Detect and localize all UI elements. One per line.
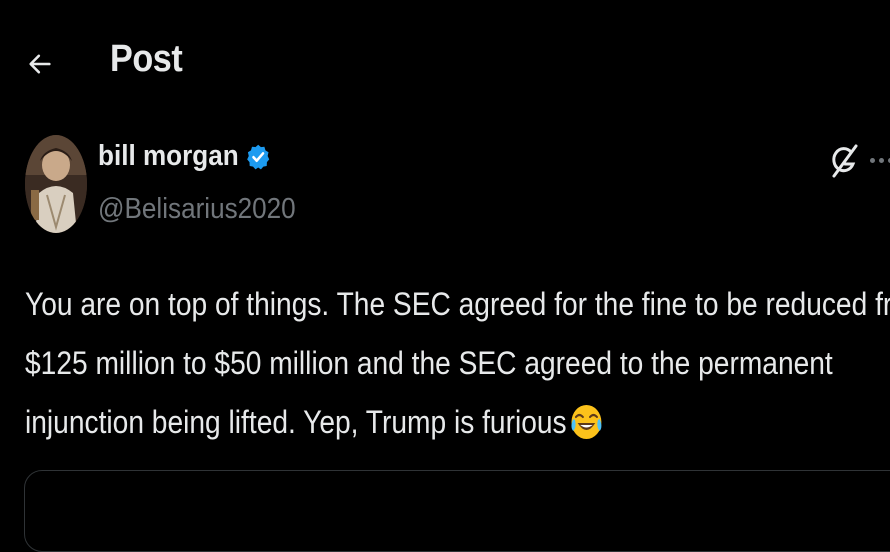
grok-icon (832, 144, 858, 178)
more-button[interactable] (868, 146, 890, 176)
quoted-post-card[interactable] (24, 470, 890, 552)
post-text-line: injunction being lifted. Yep, Trump is f… (25, 404, 567, 440)
author-name[interactable]: bill morgan (98, 140, 271, 173)
author-handle[interactable]: @Belisarius2020 (98, 193, 296, 226)
verified-badge-icon (246, 143, 271, 171)
back-button[interactable] (20, 44, 60, 84)
grok-button[interactable] (827, 142, 861, 180)
page-title: Post (110, 38, 183, 80)
post-text-line: $125 million to $50 million and the SEC … (25, 345, 833, 381)
face-with-tears-of-joy-icon (570, 401, 603, 460)
arrow-left-icon (29, 54, 51, 74)
post-text-line-last: injunction being lifted. Yep, Trump is f… (25, 393, 861, 460)
post-text: You are on top of things. The SEC agreed… (25, 275, 890, 460)
post-header: Post (0, 0, 890, 120)
more-icon (870, 158, 890, 163)
post-text-line: You are on top of things. The SEC agreed… (25, 286, 890, 322)
author-name-text: bill morgan (98, 140, 239, 172)
avatar[interactable] (25, 135, 87, 233)
